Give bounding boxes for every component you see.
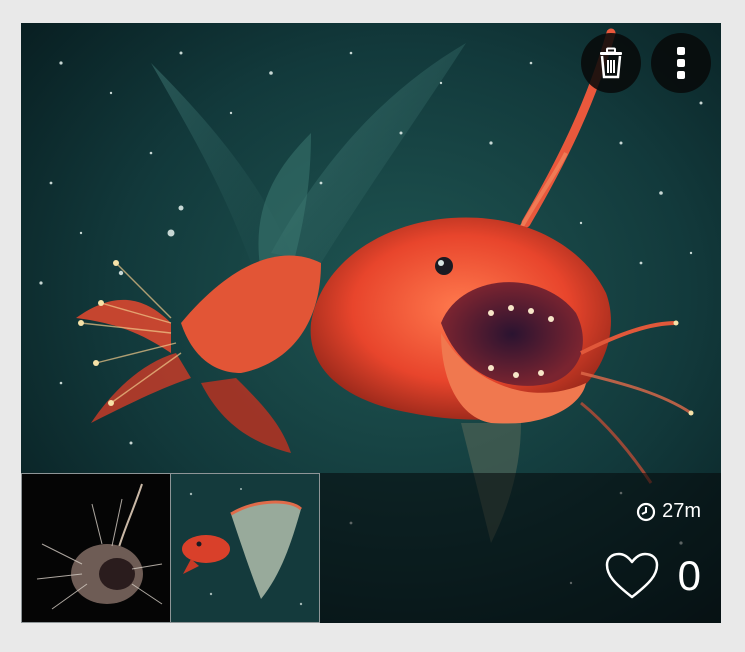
more-vertical-icon <box>677 47 685 79</box>
like-section: 0 <box>604 551 701 601</box>
thumbnail-image <box>22 474 170 622</box>
more-options-button[interactable] <box>651 33 711 93</box>
thumbnail-1[interactable] <box>21 473 171 623</box>
trash-icon <box>600 47 622 79</box>
like-count: 0 <box>677 552 701 599</box>
delete-button[interactable] <box>581 33 641 93</box>
heart-outline-icon <box>605 552 658 599</box>
thumbnail-2[interactable] <box>170 473 320 623</box>
thumbnail-image <box>171 474 319 622</box>
time-indicator: 27m <box>636 500 701 523</box>
image-card: 27m 0 <box>21 23 721 623</box>
like-button[interactable] <box>604 551 660 601</box>
time-ago-text: 27m <box>662 500 701 522</box>
info-bar: 27m 0 <box>21 473 721 623</box>
clock-icon <box>636 502 656 521</box>
